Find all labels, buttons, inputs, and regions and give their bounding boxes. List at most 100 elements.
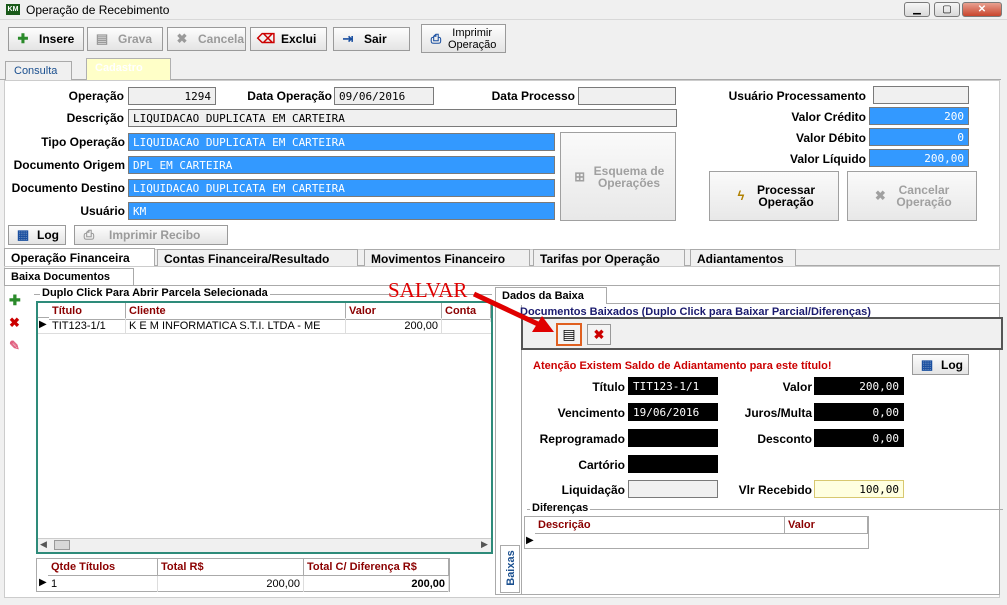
data-processo-field[interactable] (578, 87, 676, 105)
summary-pointer-icon: ▶ (39, 577, 47, 588)
usuario-field[interactable]: KM (128, 202, 555, 220)
log-button[interactable]: ▦ Log (8, 225, 66, 245)
cartorio-label: Cartório (578, 458, 625, 472)
tab-cadastro[interactable]: Cadastro (86, 58, 171, 80)
grava-label: Grava (118, 32, 153, 46)
valor-credito-label: Valor Crédito (791, 110, 866, 124)
sair-button[interactable]: ⇥ Sair (333, 27, 410, 51)
cancela-label: Cancela (198, 32, 245, 46)
doc-destino-field[interactable]: LIQUIDACAO DUPLICATA EM CARTEIRA (128, 179, 555, 197)
sum-total: 200,00 (158, 576, 304, 592)
subtab-adiantamentos[interactable]: Adiantamentos (690, 249, 796, 267)
subtab-movimentos[interactable]: Movimentos Financeiro (364, 249, 530, 267)
exclui-label: Exclui (281, 32, 317, 46)
sum-total-dif: 200,00 (304, 576, 449, 592)
app-icon: KM (6, 4, 20, 15)
liquidacao-label: Liquidação (561, 483, 625, 497)
scroll-right-icon[interactable]: ▶ (481, 539, 488, 550)
subtab-operacao-financeira[interactable]: Operação Financeira (4, 248, 155, 267)
valor-credito-field[interactable]: 200 (869, 107, 969, 125)
juros-field[interactable]: 0,00 (814, 403, 904, 421)
baixa-grid[interactable] (36, 301, 493, 554)
operacao-label: Operação (68, 89, 124, 103)
baixa-log-button[interactable]: ▦ Log (912, 354, 969, 375)
subtab-tarifas[interactable]: Tarifas por Operação (533, 249, 685, 267)
processar-operacao-button[interactable]: ϟ Processar Operação (709, 171, 839, 221)
vlr-recebido-field[interactable]: 100,00 (814, 480, 904, 498)
cell-cliente: K E M INFORMATICA S.T.I. LTDA - ME (126, 318, 346, 334)
print-receipt-icon: ⎙ (83, 227, 95, 242)
desconto-field[interactable]: 0,00 (814, 429, 904, 447)
titulo-field[interactable]: TIT123-1/1 (628, 377, 718, 395)
row-pointer-icon: ▶ (39, 319, 47, 330)
exit-icon: ⇥ (342, 31, 354, 46)
imprimir-recibo-button[interactable]: ⎙ Imprimir Recibo (74, 225, 228, 245)
baixa-group-title: Duplo Click Para Abrir Parcela Seleciona… (40, 287, 270, 299)
close-button[interactable]: ✕ (962, 2, 1002, 17)
subtab-contas[interactable]: Contas Financeira/Resultado (157, 249, 358, 267)
valor-liquido-label: Valor Líquido (789, 152, 866, 166)
juros-label: Juros/Multa (744, 406, 812, 420)
usuario-proc-label: Usuário Processamento (728, 89, 866, 103)
window-title: Operação de Recebimento (26, 3, 170, 17)
imprimir-operacao-button[interactable]: ⎙ Imprimir Operação (421, 24, 506, 53)
schema-icon: ⊞ (574, 168, 586, 184)
cancel-baixa-icon[interactable]: ✖ (587, 324, 611, 345)
imprimir-l2: Operação (448, 38, 497, 51)
scroll-thumb[interactable] (54, 540, 70, 550)
exclui-button[interactable]: ⌫ Exclui (250, 27, 327, 51)
baixa-documentos-tab[interactable]: Baixa Documentos (4, 268, 134, 286)
scroll-left-icon[interactable]: ◀ (40, 539, 47, 550)
cancelar-operacao-button[interactable]: ✖ Cancelar Operação (847, 171, 977, 221)
dif-col-valor[interactable]: Valor (785, 517, 868, 534)
esquema-operacoes-button[interactable]: ⊞ Esquema de Operações (560, 132, 676, 221)
eraser-icon[interactable]: ✎ (9, 338, 25, 354)
valor-field[interactable]: 200,00 (814, 377, 904, 395)
doc-destino-label: Documento Destino (11, 181, 125, 195)
operacao-field[interactable]: 1294 (128, 87, 216, 105)
h-scrollbar[interactable] (38, 538, 491, 552)
grava-button[interactable]: ▤ Grava (87, 27, 163, 51)
usuario-proc-field[interactable] (873, 86, 969, 104)
imprimir-l1: Imprimir (452, 26, 493, 39)
sum-col-total-dif: Total C/ Diferença R$ (304, 559, 449, 576)
valor-debito-field[interactable]: 0 (869, 128, 969, 146)
diferencas-title: Diferenças (530, 502, 591, 514)
cancela-button[interactable]: ✖ Cancela (167, 27, 246, 51)
insert-icon: ✚ (17, 31, 29, 46)
processar-l2: Operação (758, 195, 814, 209)
desconto-label: Desconto (757, 432, 812, 446)
valor-liquido-field[interactable]: 200,00 (869, 149, 969, 167)
doc-origem-field[interactable]: DPL EM CARTEIRA (128, 156, 555, 174)
vencimento-label: Vencimento (557, 406, 625, 420)
sum-qtde: 1 (48, 576, 158, 592)
doc-origem-label: Documento Origem (13, 158, 125, 172)
liquidacao-field[interactable] (628, 480, 718, 498)
add-icon[interactable]: ✚ (9, 292, 25, 308)
cartorio-field[interactable] (628, 455, 718, 473)
tipo-operacao-label: Tipo Operação (41, 135, 125, 149)
tipo-operacao-field[interactable]: LIQUIDACAO DUPLICATA EM CARTEIRA (128, 133, 555, 151)
remove-icon[interactable]: ✖ (9, 315, 25, 331)
printer-icon: ⎙ (430, 30, 442, 46)
descricao-field[interactable]: LIQUIDACAO DUPLICATA EM CARTEIRA (128, 109, 677, 127)
diferencas-line (527, 509, 1003, 510)
baixa-log-icon: ▦ (920, 356, 934, 372)
maximize-button[interactable]: ▢ (934, 2, 960, 17)
imprimir-recibo-label: Imprimir Recibo (109, 228, 201, 242)
title-bar: KM Operação de Recebimento ▁ ▢ ✕ (0, 0, 1007, 20)
reprogramado-field[interactable] (628, 429, 718, 447)
baixas-side-tab[interactable]: Baixas (500, 545, 520, 593)
vencimento-field[interactable]: 19/06/2016 (628, 403, 718, 421)
valor-label: Valor (782, 380, 812, 394)
tab-consulta[interactable]: Consulta (5, 61, 72, 81)
baixa-divider (4, 285, 1000, 286)
insere-label: Insere (39, 32, 75, 46)
dif-col-descricao[interactable]: Descrição (535, 517, 785, 534)
insere-button[interactable]: ✚ Insere (8, 27, 84, 51)
dif-pointer-icon: ▶ (526, 535, 534, 546)
titulo-label: Título (592, 380, 625, 394)
data-operacao-field[interactable]: 09/06/2016 (334, 87, 434, 105)
log-icon: ▦ (16, 227, 30, 242)
minimize-button[interactable]: ▁ (904, 2, 930, 17)
